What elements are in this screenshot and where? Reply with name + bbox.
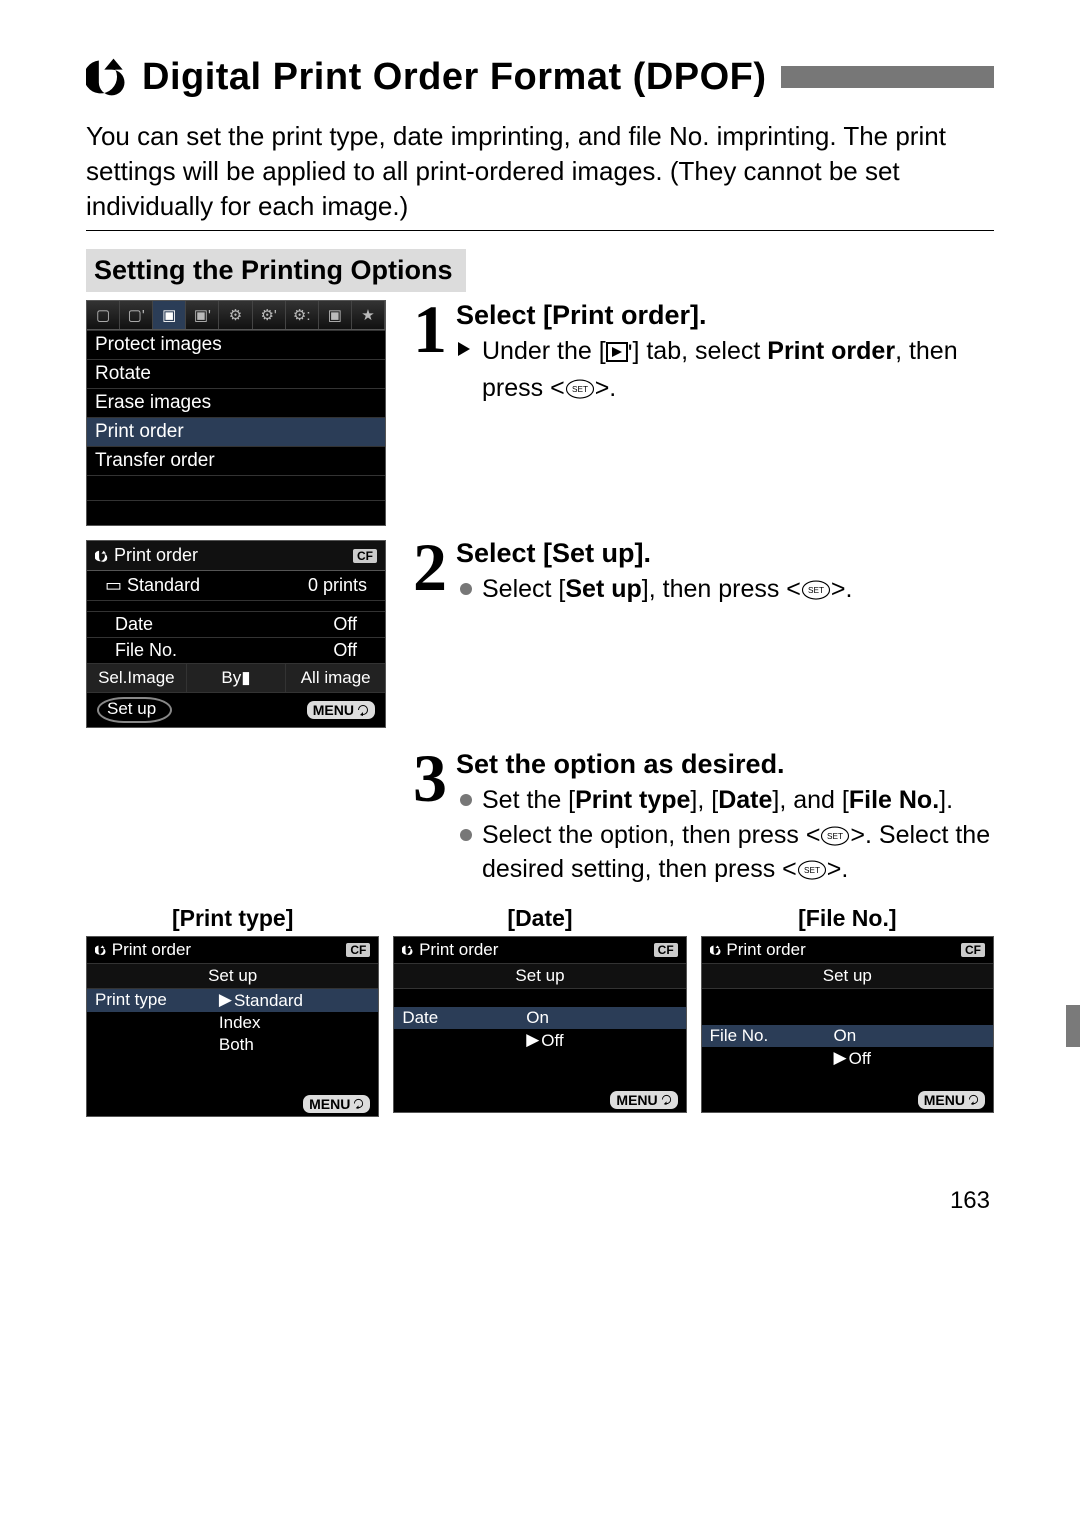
set-button-icon: SET [801, 579, 831, 601]
menu-chip: MENU [307, 701, 375, 719]
print-type-value: Standard [127, 575, 200, 595]
page-title-row: Digital Print Order Format (DPOF) [86, 55, 994, 99]
row-value: Off [333, 640, 357, 661]
set-button-icon: SET [565, 378, 595, 400]
step-2: 2 Select [Set up]. Select [Set up], then… [404, 538, 994, 609]
step-title: Select [Print order]. [456, 300, 994, 331]
menu-item: Protect images [87, 330, 385, 359]
set-button-icon: SET [797, 859, 827, 881]
option-label: [Print type] [172, 905, 293, 932]
section-divider [86, 230, 994, 231]
step-number: 2 [404, 538, 456, 609]
triangle-bullet-icon [456, 340, 472, 358]
svg-text:SET: SET [804, 866, 820, 875]
step-title: Set the option as desired. [456, 749, 994, 780]
camera-print-order-screenshot: Print order CF ▭ Standard 0 prints Date … [86, 540, 386, 728]
set-button-icon: SET [820, 825, 850, 847]
bullet-dot-icon [460, 829, 472, 841]
sel-image-button: Sel.Image [87, 664, 187, 692]
intro-paragraph: You can set the print type, date imprint… [86, 119, 994, 224]
cf-badge: CF [353, 549, 377, 563]
step-number: 3 [404, 749, 456, 889]
date-screenshot: Print orderCF Set up DateOn ▶Off MENU [393, 936, 686, 1113]
svg-text:SET: SET [572, 385, 588, 394]
menu-item: Erase images [87, 388, 385, 417]
svg-text:SET: SET [827, 832, 843, 841]
all-image-button: All image [286, 664, 385, 692]
step-line: Select [Set up], then press <SET>. [456, 573, 994, 607]
option-screens-row: [Print type] Print orderCF Set up Print … [86, 905, 994, 1117]
option-label: [Date] [507, 905, 572, 932]
camera-menu-screenshot: ▢▢'▣▣'⚙⚙'⚙:▣★ Protect images Rotate Eras… [86, 300, 386, 526]
step-line: Set the [Print type], [Date], and [File … [456, 784, 994, 818]
menu-item: Transfer order [87, 446, 385, 475]
step-number: 1 [404, 300, 456, 408]
title-decoration-bar [781, 66, 994, 88]
step-title: Select [Set up]. [456, 538, 994, 569]
row-label: File No. [115, 640, 177, 661]
step-1: 1 Select [Print order]. Under the ['] ta… [404, 300, 994, 408]
camera-tab-strip: ▢▢'▣▣'⚙⚙'⚙:▣★ [87, 301, 385, 330]
menu-item: Rotate [87, 359, 385, 388]
side-thumb-tab [1066, 1005, 1080, 1047]
by-folder-button: By▮ [187, 664, 287, 692]
row-value: Off [333, 614, 357, 635]
bullet-dot-icon [460, 583, 472, 595]
section-heading: Setting the Printing Options [86, 249, 466, 292]
fileno-screenshot: Print orderCF Set up File No.On ▶Off MEN… [701, 936, 994, 1113]
page-number: 163 [86, 1187, 994, 1215]
menu-item-selected: Print order [87, 417, 385, 446]
page-title: Digital Print Order Format (DPOF) [142, 56, 767, 99]
prints-count: 0 prints [308, 575, 367, 596]
print-arrow-icon [86, 55, 130, 99]
step-3: 3 Set the option as desired. Set the [Pr… [404, 749, 994, 889]
bullet-dot-icon [460, 794, 472, 806]
step-line: Under the ['] tab, select Print order, t… [456, 335, 994, 406]
print-type-screenshot: Print orderCF Set up Print type▶Standard… [86, 936, 379, 1117]
step-line: Select the option, then press <SET>. Sel… [456, 819, 994, 887]
row-label: Date [115, 614, 153, 635]
print-order-title: Print order [114, 545, 198, 565]
svg-text:SET: SET [808, 586, 824, 595]
option-label: [File No.] [798, 905, 896, 932]
setup-button-circled: Set up [97, 697, 172, 723]
